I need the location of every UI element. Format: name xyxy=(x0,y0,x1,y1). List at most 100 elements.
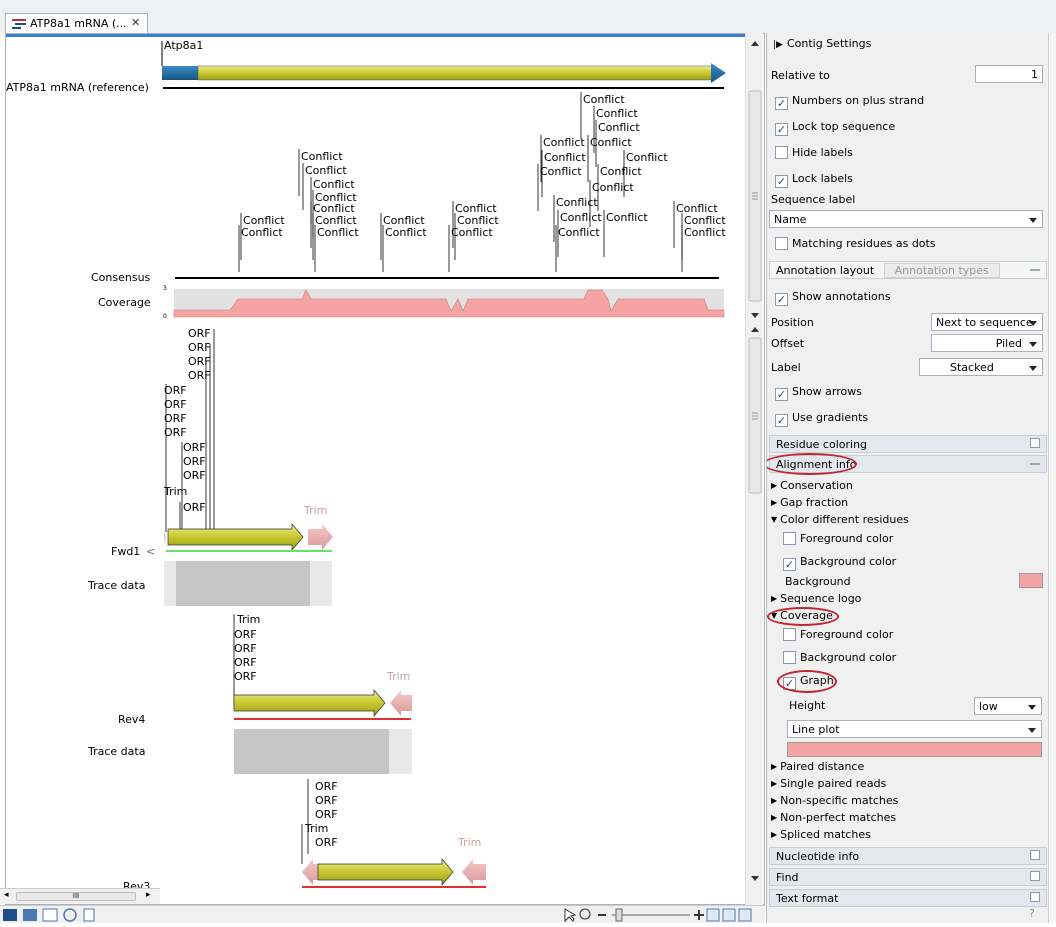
zoom-to-bases-icon[interactable] xyxy=(722,908,736,922)
help-icon[interactable]: ? xyxy=(1029,907,1035,920)
conflict-label[interactable]: Conflict xyxy=(560,211,602,224)
tab-annotation-types[interactable]: Annotation types xyxy=(883,263,1000,278)
view-table-icon[interactable] xyxy=(23,909,37,921)
trim-label[interactable]: Trim xyxy=(457,836,481,849)
sequence-logo-item[interactable]: ▶ Sequence logo xyxy=(771,592,861,605)
view-report-icon[interactable] xyxy=(83,908,95,922)
conflict-label[interactable]: Conflict xyxy=(598,121,640,134)
scroll-down-icon[interactable] xyxy=(751,313,759,318)
orf-label[interactable]: ORF xyxy=(315,780,338,793)
label-select[interactable]: Stacked xyxy=(919,358,1043,376)
panel-scrollbar[interactable] xyxy=(1048,33,1056,923)
gene-arrow[interactable] xyxy=(197,65,721,81)
find-header[interactable]: Find xyxy=(769,868,1047,886)
tab-annotation-layout[interactable]: Annotation layout xyxy=(776,264,874,277)
text-format-header[interactable]: Text format xyxy=(769,889,1047,907)
color-diff-item[interactable]: ▼ Color different residues xyxy=(771,513,909,526)
conflict-label[interactable]: Conflict xyxy=(626,151,668,164)
spliced-item[interactable]: ▶ Spliced matches xyxy=(771,828,871,841)
scroll-left-icon[interactable]: ◂ xyxy=(4,890,9,900)
orf-label[interactable]: ORF xyxy=(164,384,187,397)
pointer-tool-icon[interactable] xyxy=(564,908,577,923)
conflict-label[interactable]: Conflict xyxy=(540,165,582,178)
zoom-1to1-icon[interactable] xyxy=(738,908,752,922)
trim-label[interactable]: Trim xyxy=(386,670,410,683)
plot-type-select[interactable]: Line plot xyxy=(787,720,1042,738)
view-contig-icon[interactable] xyxy=(3,909,17,921)
orf-label[interactable]: ORF xyxy=(164,412,187,425)
orf-label[interactable]: ORF xyxy=(234,642,257,655)
orf-label[interactable]: ORF xyxy=(234,670,257,683)
rev4-trace-data[interactable] xyxy=(234,729,389,774)
contig-settings-header[interactable]: |▶ Contig Settings xyxy=(773,37,871,50)
conflict-label[interactable]: Conflict xyxy=(241,226,283,239)
fit-width-icon[interactable] xyxy=(706,908,720,922)
trim-label[interactable]: Trim xyxy=(303,504,327,517)
conflict-label[interactable]: Conflict xyxy=(317,226,359,239)
orf-label[interactable]: ORF xyxy=(188,369,211,382)
fwd1-read-arrow[interactable] xyxy=(167,523,304,551)
rev4-trim-arrow[interactable] xyxy=(390,690,412,716)
horizontal-scroll-thumb[interactable]: III xyxy=(16,892,136,901)
conflict-label[interactable]: Conflict xyxy=(583,93,625,106)
scroll-up-icon[interactable] xyxy=(751,41,759,46)
conflict-label[interactable]: Conflict xyxy=(313,178,355,191)
orf-label[interactable]: ORF xyxy=(315,836,338,849)
zoom-slider-handle[interactable] xyxy=(615,908,623,922)
paired-distance-item[interactable]: ▶ Paired distance xyxy=(771,760,864,773)
lock-labels-checkbox[interactable]: ✓ Lock labels xyxy=(775,172,853,188)
non-specific-item[interactable]: ▶ Non-specific matches xyxy=(771,794,898,807)
conflict-label[interactable]: Conflict xyxy=(592,181,634,194)
sequence-label-select[interactable]: Name xyxy=(769,210,1043,228)
conflict-label[interactable]: Conflict xyxy=(684,226,726,239)
hide-labels-checkbox[interactable]: Hide labels xyxy=(775,146,853,159)
position-select[interactable]: Next to sequence xyxy=(931,313,1043,331)
scroll-down-icon-2[interactable] xyxy=(751,876,759,881)
show-annotations-checkbox[interactable]: ✓ Show annotations xyxy=(775,290,890,306)
orf-label[interactable]: ORF xyxy=(188,327,211,340)
conflict-label[interactable]: Conflict xyxy=(590,136,632,149)
close-icon[interactable]: ✕ xyxy=(131,16,140,29)
lock-top-checkbox[interactable]: ✓ Lock top sequence xyxy=(775,120,895,136)
view-grid-icon[interactable] xyxy=(42,908,58,922)
horizontal-scrollbar[interactable]: ◂ xyxy=(4,895,12,908)
view-history-icon[interactable] xyxy=(63,908,77,922)
conflict-label[interactable]: Conflict xyxy=(543,136,585,149)
orf-label[interactable]: ORF xyxy=(188,355,211,368)
fg-color-checkbox[interactable]: Foreground color xyxy=(783,532,893,545)
cov-fg-checkbox[interactable]: Foreground color xyxy=(783,628,893,641)
conflict-label[interactable]: Conflict xyxy=(451,226,493,239)
conflict-label[interactable]: Conflict xyxy=(556,196,598,209)
graph-color-swatch[interactable] xyxy=(787,742,1042,757)
single-paired-item[interactable]: ▶ Single paired reads xyxy=(771,777,886,790)
gene-utr-segment[interactable] xyxy=(162,66,198,80)
conservation-item[interactable]: ▶ Conservation xyxy=(771,479,853,492)
orf-label[interactable]: ORF xyxy=(234,628,257,641)
expand-icon[interactable] xyxy=(1030,438,1040,448)
tab-contig[interactable]: ATP8a1 mRNA (... ✕ xyxy=(5,13,148,33)
height-select[interactable]: low xyxy=(974,697,1042,715)
residue-coloring-header[interactable]: Residue coloring xyxy=(769,435,1047,453)
conflict-label[interactable]: Conflict xyxy=(606,211,648,224)
offset-select[interactable]: Piled xyxy=(931,334,1043,352)
matching-dots-checkbox[interactable]: Matching residues as dots xyxy=(775,237,936,250)
trim-label[interactable]: Trim xyxy=(163,485,187,498)
orf-label[interactable]: ORF xyxy=(188,341,211,354)
zoom-tool-icon[interactable] xyxy=(579,908,591,920)
rev4-read-arrow[interactable] xyxy=(233,689,386,717)
conflict-label[interactable]: Conflict xyxy=(600,165,642,178)
trim-label[interactable]: Trim xyxy=(236,613,260,626)
conflict-label[interactable]: Conflict xyxy=(301,150,343,163)
gap-fraction-item[interactable]: ▶ Gap fraction xyxy=(771,496,848,509)
alignment-view[interactable]: Atp8a1 ATP8a1 mRNA (reference) Conflict C… xyxy=(5,33,765,905)
cov-bg-checkbox[interactable]: Background color xyxy=(783,651,896,664)
numbers-plus-checkbox[interactable]: ✓ Numbers on plus strand xyxy=(775,94,924,110)
orf-label[interactable]: ORF xyxy=(234,656,257,669)
conflict-label[interactable]: Conflict xyxy=(544,151,586,164)
orf-label[interactable]: ORF xyxy=(315,794,338,807)
conflict-label[interactable]: Conflict xyxy=(385,226,427,239)
show-arrows-checkbox[interactable]: ✓ Show arrows xyxy=(775,385,862,401)
nucleotide-info-header[interactable]: Nucleotide info xyxy=(769,847,1047,865)
orf-label[interactable]: ORF xyxy=(164,426,187,439)
view-vertical-scrollbar[interactable] xyxy=(745,33,763,905)
